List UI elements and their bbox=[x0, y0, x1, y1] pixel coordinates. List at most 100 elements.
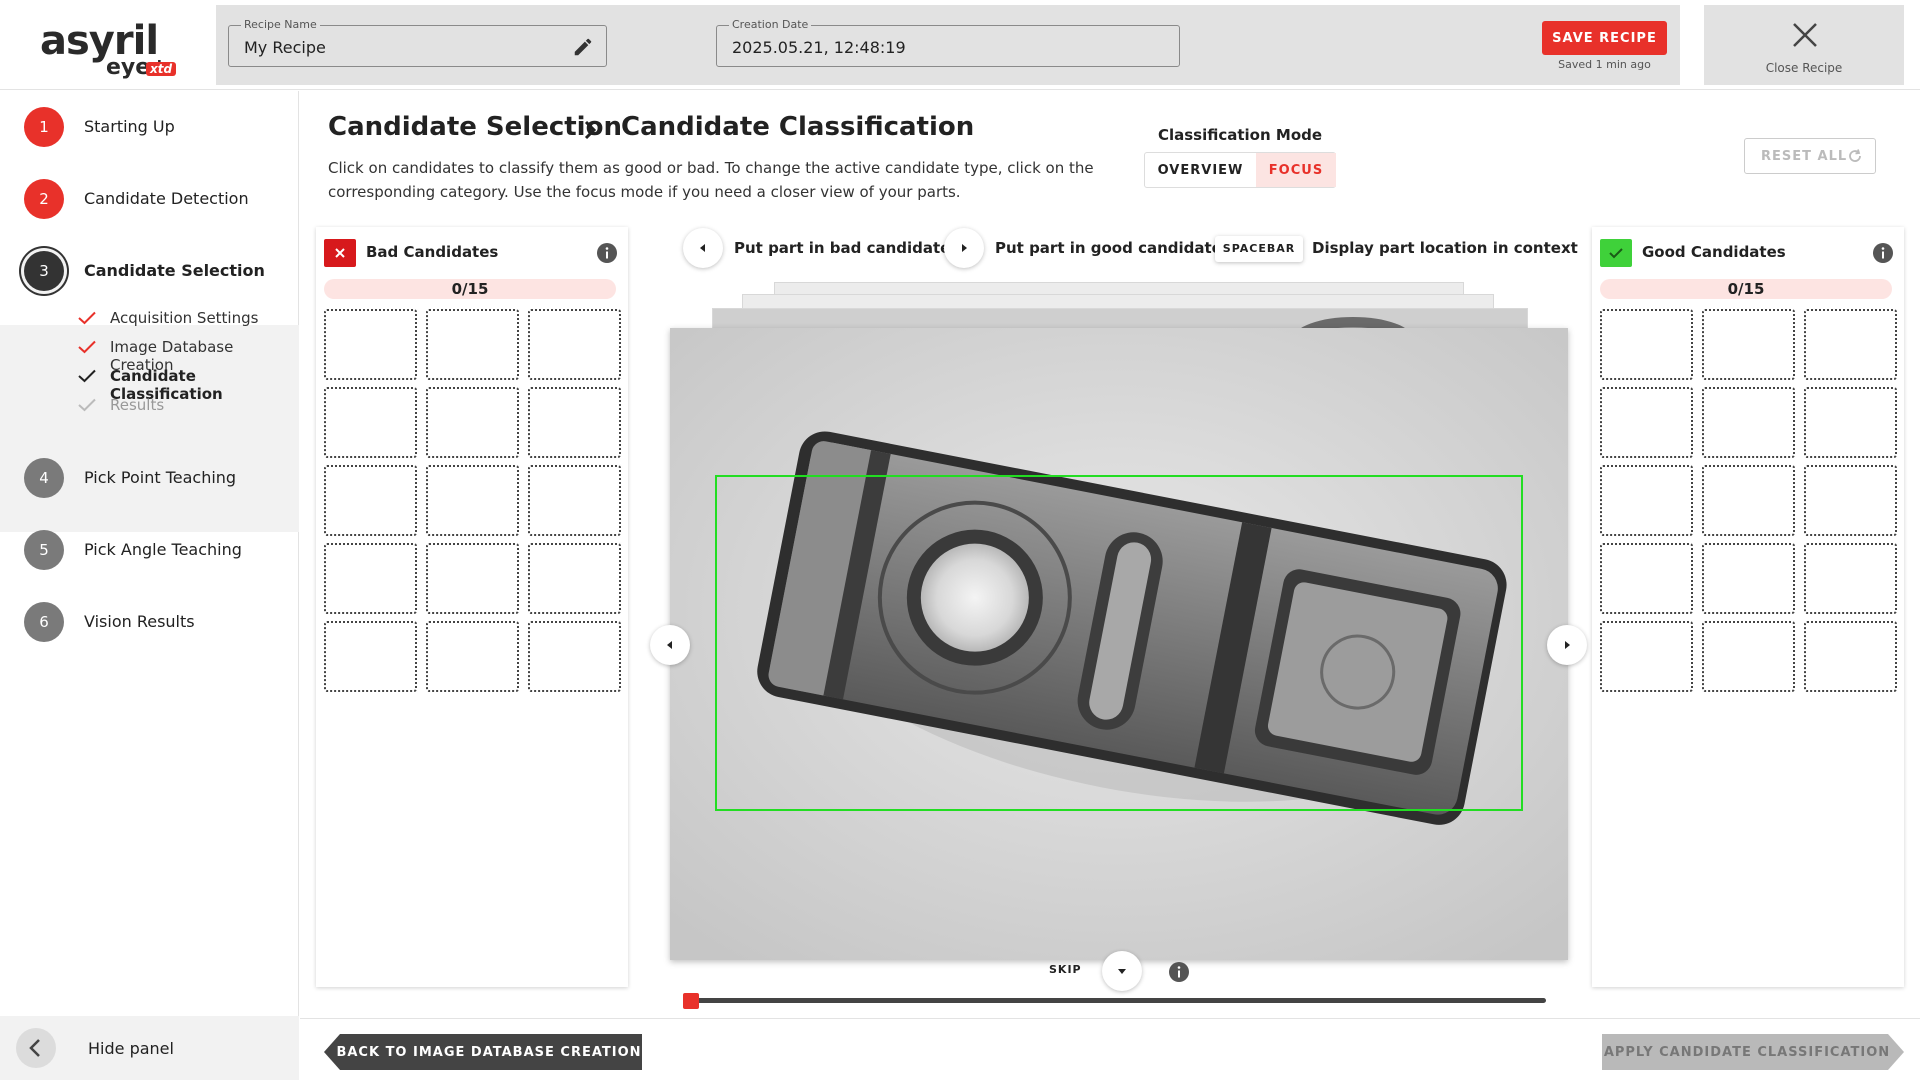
substep-results: Results bbox=[78, 394, 298, 418]
candidate-slot[interactable] bbox=[1600, 309, 1693, 380]
put-good-button[interactable] bbox=[944, 228, 984, 268]
caret-left-icon bbox=[700, 244, 705, 252]
substep-acquisition-settings[interactable]: Acquisition Settings bbox=[78, 307, 298, 331]
skip-button[interactable] bbox=[1102, 951, 1142, 991]
bad-candidates-panel[interactable]: Bad Candidates 0/15 bbox=[316, 227, 628, 987]
candidate-slot[interactable] bbox=[1702, 465, 1795, 536]
caret-right-icon bbox=[1565, 641, 1570, 649]
candidate-progress-slider[interactable] bbox=[684, 998, 1546, 1003]
candidate-slot[interactable] bbox=[1804, 621, 1897, 692]
breadcrumb-parent[interactable]: Candidate Selection bbox=[328, 112, 622, 142]
save-recipe-button[interactable]: SAVE RECIPE bbox=[1542, 21, 1667, 55]
check-icon bbox=[78, 398, 96, 412]
next-candidate-button[interactable] bbox=[1547, 625, 1587, 665]
sidebar-step-pick-point-teaching[interactable]: 4 Pick Point Teaching bbox=[0, 442, 299, 514]
sidebar-step-candidate-detection[interactable]: 2 Candidate Detection bbox=[0, 163, 299, 235]
step-number: 5 bbox=[24, 530, 64, 570]
part-image bbox=[670, 328, 1568, 960]
check-icon bbox=[78, 340, 96, 354]
info-icon[interactable] bbox=[1168, 961, 1190, 983]
bad-category-icon bbox=[324, 239, 356, 267]
step-number: 3 bbox=[24, 251, 64, 291]
put-good-hint: Put part in good candidates bbox=[995, 239, 1231, 257]
candidate-slot[interactable] bbox=[1600, 387, 1693, 458]
candidate-slot[interactable] bbox=[1600, 465, 1693, 536]
candidate-slot[interactable] bbox=[324, 621, 417, 692]
candidate-slot[interactable] bbox=[426, 465, 519, 536]
mode-focus-button[interactable]: FOCUS bbox=[1256, 153, 1336, 187]
skip-label: SKIP bbox=[1049, 963, 1082, 976]
close-recipe-button[interactable]: Close Recipe bbox=[1704, 5, 1904, 85]
creation-date-legend: Creation Date bbox=[729, 18, 812, 32]
spacebar-key-badge: SPACEBAR bbox=[1215, 236, 1303, 262]
step-number: 4 bbox=[24, 458, 64, 498]
candidate-slot[interactable] bbox=[1600, 621, 1693, 692]
classification-mode-toggle: OVERVIEW FOCUS bbox=[1144, 152, 1336, 188]
info-icon[interactable] bbox=[1872, 242, 1894, 264]
candidate-slot[interactable] bbox=[528, 543, 621, 614]
recipe-info-bar: Recipe Name My Recipe Creation Date 2025… bbox=[216, 5, 1680, 85]
candidate-slot[interactable] bbox=[426, 387, 519, 458]
asyril-logo: asyril eye+ xtd bbox=[40, 18, 180, 80]
sidebar-step-starting-up[interactable]: 1 Starting Up bbox=[0, 91, 299, 163]
candidate-slot[interactable] bbox=[1702, 543, 1795, 614]
candidate-slot[interactable] bbox=[1702, 387, 1795, 458]
caret-right-icon bbox=[962, 244, 967, 252]
put-bad-button[interactable] bbox=[683, 228, 723, 268]
good-category-icon bbox=[1600, 239, 1632, 267]
step-number: 6 bbox=[24, 602, 64, 642]
candidate-slot[interactable] bbox=[324, 543, 417, 614]
sidebar-step-candidate-selection[interactable]: 3 Candidate Selection bbox=[0, 235, 299, 307]
info-icon[interactable] bbox=[596, 242, 618, 264]
sidebar-step-vision-results[interactable]: 6 Vision Results bbox=[0, 586, 299, 658]
step-label: Pick Point Teaching bbox=[84, 468, 237, 487]
reset-all-label: RESET ALL bbox=[1761, 148, 1848, 164]
candidate-slot[interactable] bbox=[1804, 465, 1897, 536]
mode-overview-button[interactable]: OVERVIEW bbox=[1145, 153, 1256, 187]
candidate-slot[interactable] bbox=[528, 465, 621, 536]
creation-date-field: Creation Date 2025.05.21, 12:48:19 bbox=[716, 18, 1180, 67]
refresh-icon bbox=[1849, 149, 1861, 162]
step-label: Candidate Selection bbox=[84, 261, 265, 280]
chevron-right-icon bbox=[584, 120, 597, 140]
recipe-name-field[interactable]: Recipe Name My Recipe bbox=[228, 18, 607, 67]
back-button[interactable]: BACK TO IMAGE DATABASE CREATION bbox=[324, 1034, 642, 1070]
candidate-slot[interactable] bbox=[1702, 621, 1795, 692]
previous-candidate-button[interactable] bbox=[650, 625, 690, 665]
candidate-slot[interactable] bbox=[324, 387, 417, 458]
candidate-slot[interactable] bbox=[426, 543, 519, 614]
candidate-slot[interactable] bbox=[1702, 309, 1795, 380]
footer-bar: BACK TO IMAGE DATABASE CREATION APPLY CA… bbox=[300, 1018, 1920, 1080]
candidate-image-viewer[interactable] bbox=[670, 328, 1568, 960]
candidate-slot[interactable] bbox=[1804, 387, 1897, 458]
candidate-slot[interactable] bbox=[1600, 543, 1693, 614]
close-icon bbox=[1793, 23, 1817, 47]
candidate-slot[interactable] bbox=[1804, 309, 1897, 380]
good-candidates-panel[interactable]: Good Candidates 0/15 bbox=[1592, 227, 1904, 987]
check-icon bbox=[78, 369, 96, 383]
page-title: Candidate Classification bbox=[621, 112, 975, 142]
step-label: Vision Results bbox=[84, 612, 195, 631]
candidate-slot[interactable] bbox=[1804, 543, 1897, 614]
substep-image-database-creation[interactable]: Image Database Creation bbox=[78, 336, 298, 374]
candidate-slot[interactable] bbox=[528, 387, 621, 458]
candidate-slot[interactable] bbox=[324, 465, 417, 536]
candidate-slot[interactable] bbox=[528, 621, 621, 692]
reset-all-button[interactable]: RESET ALL bbox=[1744, 138, 1876, 174]
candidate-slot[interactable] bbox=[528, 309, 621, 380]
pencil-icon[interactable] bbox=[572, 36, 594, 58]
put-bad-hint: Put part in bad candidates bbox=[734, 239, 960, 257]
candidate-slot[interactable] bbox=[324, 309, 417, 380]
hide-panel-button[interactable]: Hide panel bbox=[0, 1016, 299, 1080]
creation-date-value: 2025.05.21, 12:48:19 bbox=[732, 38, 906, 57]
candidate-slot[interactable] bbox=[426, 621, 519, 692]
good-candidates-title: Good Candidates bbox=[1642, 243, 1786, 261]
step-label: Pick Angle Teaching bbox=[84, 540, 242, 559]
substep-candidate-classification[interactable]: Candidate Classification bbox=[78, 365, 298, 403]
hide-panel-label: Hide panel bbox=[88, 1039, 174, 1058]
step-label: Starting Up bbox=[84, 117, 175, 136]
slider-handle[interactable] bbox=[683, 993, 699, 1009]
apply-classification-button[interactable]: APPLY CANDIDATE CLASSIFICATION bbox=[1602, 1034, 1904, 1070]
candidate-slot[interactable] bbox=[426, 309, 519, 380]
sidebar-step-pick-angle-teaching[interactable]: 5 Pick Angle Teaching bbox=[0, 514, 299, 586]
